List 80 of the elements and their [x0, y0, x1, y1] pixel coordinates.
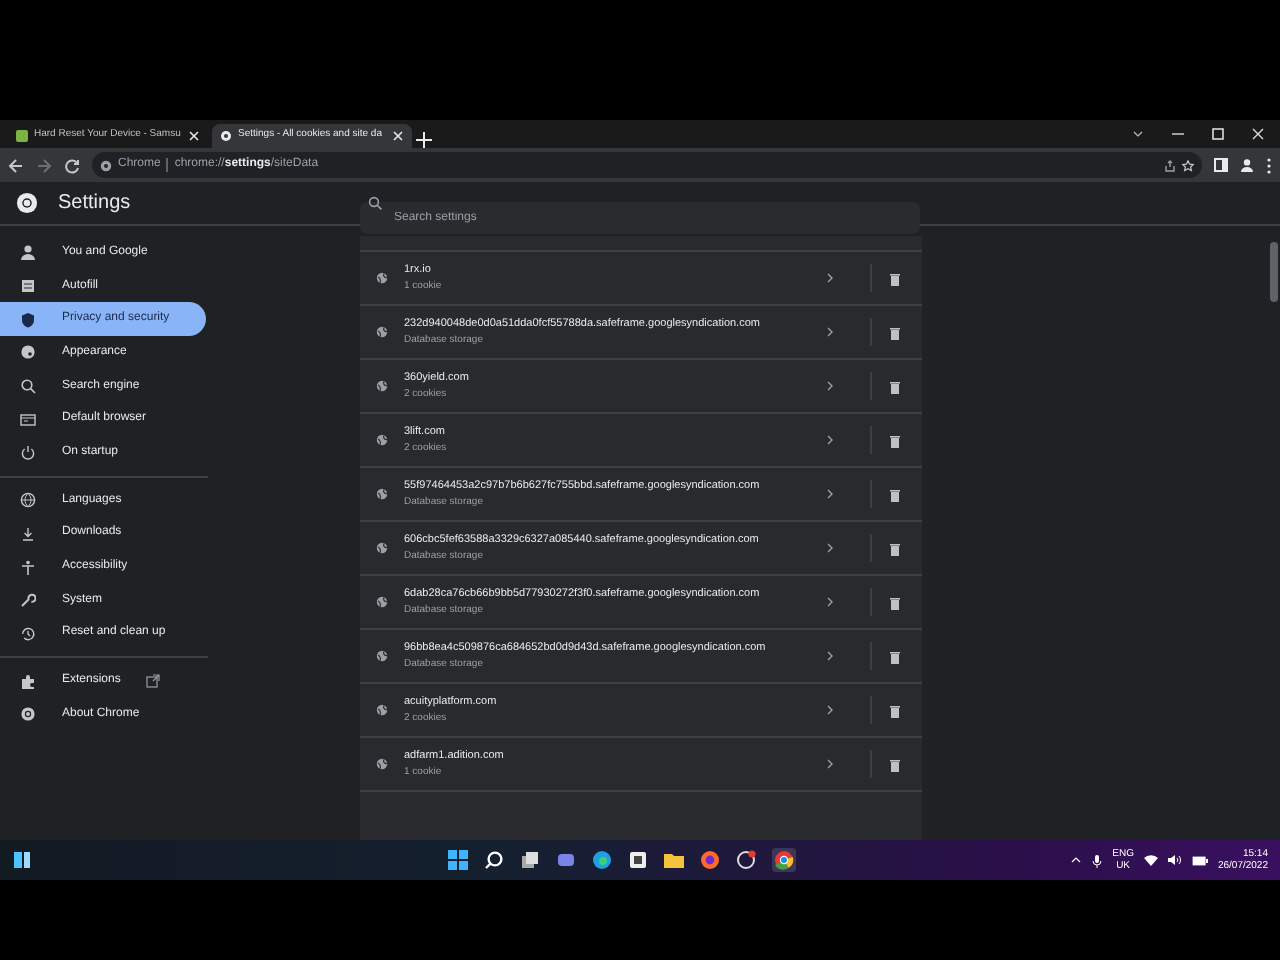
chat-icon[interactable]: [555, 850, 576, 870]
trash-icon[interactable]: [888, 649, 902, 663]
maximize-icon[interactable]: [1212, 128, 1224, 140]
trash-icon[interactable]: [888, 433, 902, 447]
browser-window-icon: [20, 411, 36, 428]
folder-icon[interactable]: [663, 850, 684, 870]
chevron-right-icon[interactable]: [826, 326, 834, 338]
speaker-icon[interactable]: [1167, 854, 1182, 866]
trash-icon[interactable]: [888, 595, 902, 609]
trash-icon[interactable]: [888, 379, 902, 393]
new-tab-icon[interactable]: [416, 132, 432, 148]
trash-icon[interactable]: [888, 703, 902, 717]
search-icon[interactable]: [483, 850, 504, 870]
profile-icon[interactable]: [1240, 158, 1254, 172]
wifi-icon[interactable]: [1143, 854, 1158, 866]
chevron-right-icon[interactable]: [826, 704, 834, 716]
trash-icon[interactable]: [888, 487, 902, 501]
person-icon: [20, 244, 36, 261]
store-icon[interactable]: [627, 850, 648, 870]
globe-icon: [20, 492, 36, 509]
chrome-icon[interactable]: [771, 848, 796, 872]
trash-icon[interactable]: [888, 541, 902, 555]
battery-icon[interactable]: [1191, 855, 1208, 865]
sidebar-icon[interactable]: [1214, 158, 1228, 172]
puzzle-icon: [20, 673, 36, 690]
history-icon: [20, 625, 36, 642]
search-icon: [368, 196, 382, 210]
chevron-down-icon[interactable]: [1132, 128, 1144, 140]
chevron-right-icon[interactable]: [826, 596, 834, 608]
trash-icon[interactable]: [888, 271, 902, 285]
chevron-right-icon[interactable]: [826, 380, 834, 392]
trash-icon[interactable]: [888, 757, 902, 771]
globe-icon: [376, 488, 388, 500]
globe-icon: [376, 704, 388, 716]
search-icon: [20, 378, 36, 395]
globe-icon: [376, 326, 388, 338]
globe-icon: [376, 434, 388, 446]
minimize-icon[interactable]: [1172, 128, 1184, 140]
globe-icon: [376, 380, 388, 392]
app-icon[interactable]: [735, 850, 756, 870]
chevron-right-icon[interactable]: [826, 758, 834, 770]
favicon-icon: [16, 130, 28, 142]
chrome-icon: [20, 706, 36, 723]
shield-icon: [20, 311, 36, 328]
chevron-right-icon[interactable]: [826, 542, 834, 554]
close-icon[interactable]: [392, 130, 404, 142]
settings-title: Settings: [58, 190, 131, 218]
chevron-right-icon[interactable]: [826, 272, 834, 284]
chrome-logo-icon: [16, 192, 38, 214]
reload-icon[interactable]: [64, 157, 80, 173]
gear-icon: [220, 130, 232, 142]
widgets-icon[interactable]: [12, 850, 32, 870]
globe-icon: [376, 650, 388, 662]
wrench-icon: [20, 592, 36, 609]
microphone-icon[interactable]: [1092, 853, 1103, 867]
globe-icon: [376, 596, 388, 608]
download-icon: [20, 525, 36, 542]
chevron-right-icon[interactable]: [826, 434, 834, 446]
firefox-icon[interactable]: [699, 850, 720, 870]
close-icon[interactable]: [188, 130, 200, 142]
document-icon: [20, 278, 36, 295]
menu-icon[interactable]: [1266, 157, 1272, 173]
chevron-up-icon[interactable]: [1070, 854, 1083, 866]
edge-icon[interactable]: [591, 850, 612, 870]
globe-icon: [376, 542, 388, 554]
chrome-icon: [100, 159, 112, 171]
start-icon[interactable]: [447, 850, 468, 870]
close-icon[interactable]: [1252, 128, 1264, 140]
back-icon[interactable]: [8, 157, 24, 173]
palette-icon: [20, 344, 36, 361]
chevron-right-icon[interactable]: [826, 488, 834, 500]
windows-icon[interactable]: [519, 850, 540, 870]
star-icon[interactable]: [1182, 159, 1194, 171]
power-icon: [20, 444, 36, 461]
chevron-right-icon[interactable]: [826, 650, 834, 662]
share-icon[interactable]: [1164, 159, 1176, 171]
accessibility-icon: [20, 559, 36, 576]
globe-icon: [376, 272, 388, 284]
trash-icon[interactable]: [888, 325, 902, 339]
globe-icon: [376, 758, 388, 770]
